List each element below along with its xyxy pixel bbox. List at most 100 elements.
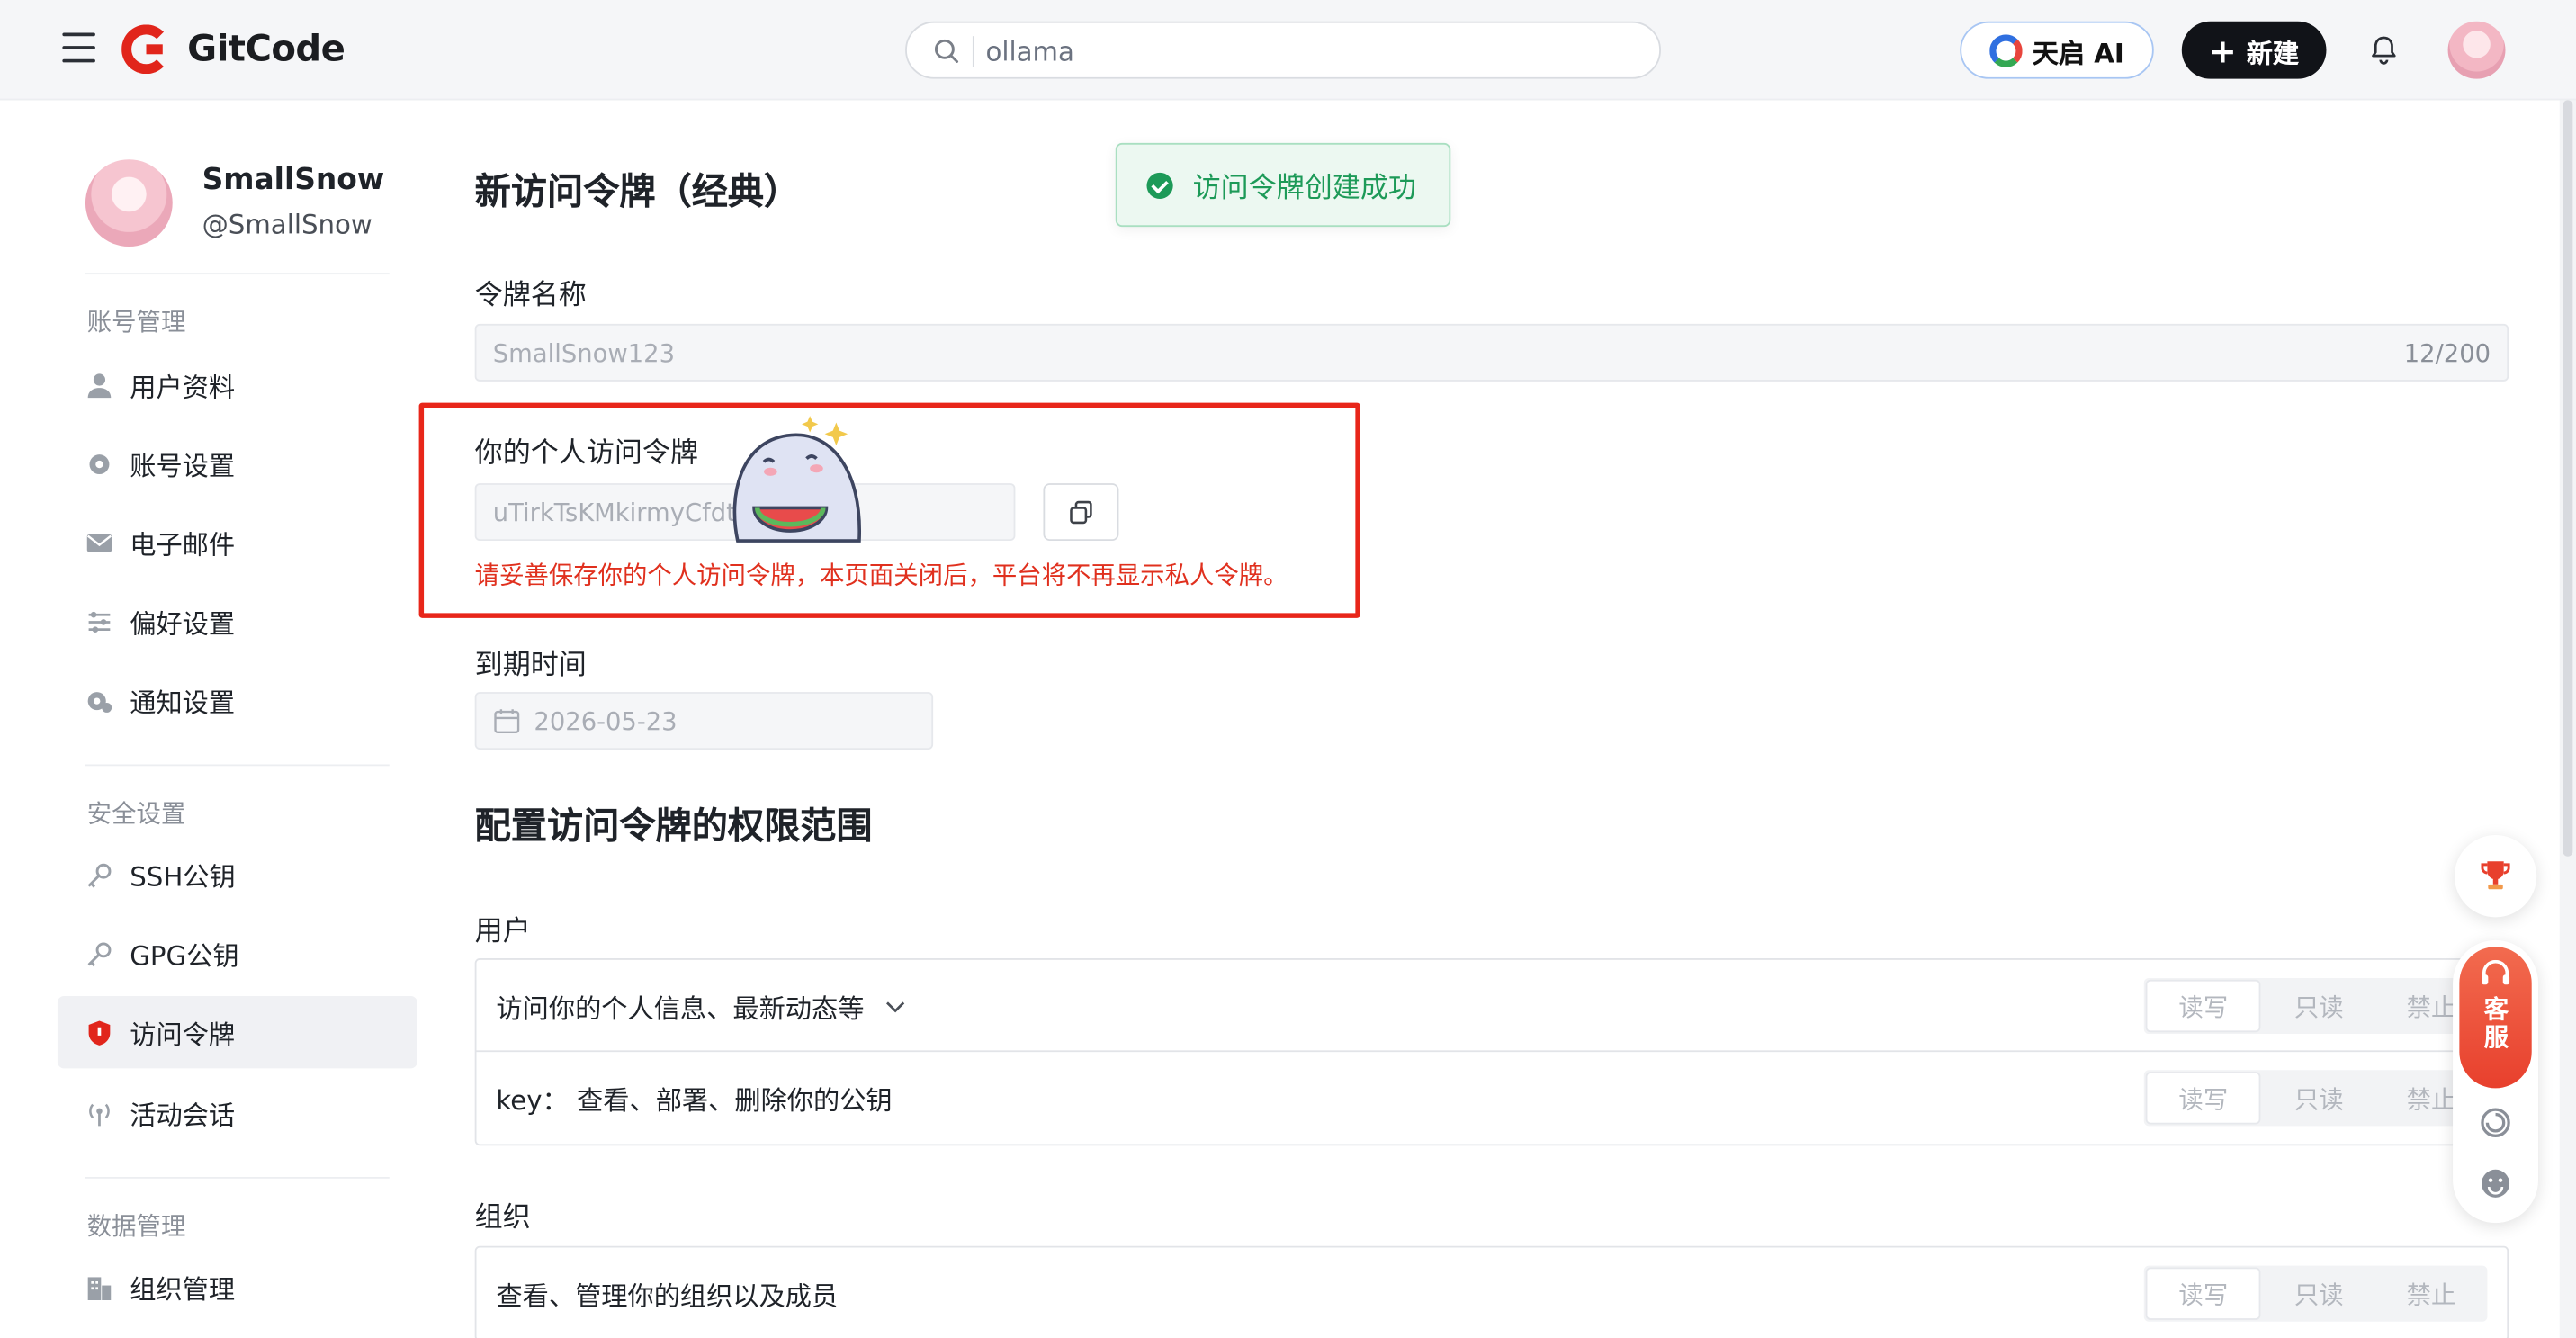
user-icon: [87, 373, 112, 398]
sidebar-item-label: 偏好设置: [130, 607, 236, 640]
perm-option-readonly[interactable]: 只读: [2263, 978, 2375, 1034]
scope-row[interactable]: 访问你的个人信息、最新动态等 读写 只读 禁止: [476, 960, 2508, 1053]
key-icon: [87, 941, 112, 966]
main-content: 新访问令牌（经典） 令牌名称 SmallSnow123 12/200 你的个人访…: [418, 100, 2512, 1338]
scope-row: 查看、管理你的组织以及成员 读写 只读 禁止: [477, 1248, 2508, 1338]
calendar-icon: [494, 709, 520, 734]
swirl-icon[interactable]: [2479, 1106, 2512, 1139]
search-box[interactable]: [905, 21, 1661, 79]
success-toast: 访问令牌创建成功: [1115, 142, 1451, 228]
sidebar-item-label: SSH公钥: [130, 861, 236, 893]
token-warning: 请妥善保存你的个人访问令牌，本页面关闭后，平台将不再显示私人令牌。: [474, 560, 1288, 590]
perm-option-readwrite[interactable]: 读写: [2145, 979, 2262, 1033]
sidebar-item-notifications[interactable]: 通知设置: [58, 664, 417, 736]
search-input[interactable]: [985, 31, 1627, 71]
sidebar-item-label: 用户资料: [130, 371, 236, 403]
scope-group-user: 用户: [474, 915, 531, 949]
settings-sidebar: SmallSnow @SmallSnow 账号管理 用户资料 账号设置 电子邮件…: [0, 100, 444, 1338]
headset-icon: [2482, 959, 2510, 985]
broadcast-icon: [89, 1102, 110, 1126]
chevron-down-icon[interactable]: [884, 993, 907, 1017]
perm-option-readonly[interactable]: 只读: [2263, 1070, 2375, 1126]
sidebar-item-account-settings[interactable]: 账号设置: [58, 427, 417, 499]
token-value: uTirkTsKMkirmyCfdt: [492, 497, 736, 527]
customer-service-label: 客服: [2481, 996, 2510, 1053]
smiley-icon[interactable]: [2479, 1167, 2512, 1200]
floating-toolbar: 客服: [2453, 939, 2539, 1224]
permission-selector[interactable]: 读写 只读 禁止: [2143, 1070, 2488, 1127]
menu-icon[interactable]: [62, 32, 95, 63]
sidebar-item-organizations[interactable]: 组织管理: [58, 1251, 417, 1323]
copy-icon: [1070, 500, 1092, 525]
token-name-counter: 12/200: [2403, 338, 2491, 369]
sidebar-item-preferences[interactable]: 偏好设置: [58, 585, 417, 657]
sliders-icon: [88, 611, 111, 633]
sidebar-item-label: GPG公钥: [130, 939, 239, 972]
permission-selector[interactable]: 读写 只读 禁止: [2143, 1265, 2488, 1322]
gear-icon: [89, 453, 110, 474]
scope-row-text: 查看、管理你的组织以及成员: [496, 1280, 839, 1312]
sidebar-item-label: 活动会话: [130, 1100, 236, 1131]
trophy-button[interactable]: [2454, 835, 2537, 918]
sidebar-group-security: 安全设置: [86, 798, 186, 829]
scrollbar-thumb[interactable]: [2563, 100, 2573, 857]
gitcode-logo-icon: [121, 24, 171, 75]
page-scrollbar[interactable]: [2559, 100, 2576, 1338]
sidebar-item-email[interactable]: 电子邮件: [58, 507, 417, 579]
perm-option-readwrite[interactable]: 读写: [2145, 1267, 2262, 1320]
permission-selector[interactable]: 读写 只读 禁止: [2143, 977, 2488, 1035]
expiry-date-field[interactable]: 2026-05-23: [474, 692, 934, 750]
scope-title: 配置访问令牌的权限范围: [474, 806, 873, 849]
sidebar-group-account: 账号管理: [86, 307, 186, 337]
top-bar: GitCode 天启 AI + 新建: [0, 0, 2576, 101]
sidebar-divider: [85, 764, 390, 767]
plus-icon: +: [2209, 30, 2237, 70]
sidebar-item-label: 电子邮件: [130, 529, 236, 561]
token-name-field[interactable]: SmallSnow123 12/200: [474, 323, 2509, 382]
shield-icon: [88, 1019, 111, 1045]
user-avatar[interactable]: [2447, 21, 2506, 79]
scope-group-org: 组织: [474, 1201, 531, 1235]
sidebar-group-data: 数据管理: [86, 1211, 186, 1242]
bell-icon[interactable]: [2367, 33, 2401, 67]
scope-row: key： 查看、部署、删除你的公钥 读写 只读 禁止: [477, 1052, 2508, 1144]
scope-table-org: 查看、管理你的组织以及成员 读写 只读 禁止: [474, 1245, 2509, 1338]
profile-name: SmallSnow: [202, 162, 385, 198]
search-icon: [934, 39, 959, 63]
scope-row-text: key： 查看、部署、删除你的公钥: [496, 1084, 893, 1117]
perm-option-readonly[interactable]: 只读: [2263, 1266, 2375, 1322]
new-button[interactable]: + 新建: [2181, 21, 2327, 79]
sidebar-item-access-tokens[interactable]: 访问令牌: [57, 996, 417, 1069]
expiry-label: 到期时间: [474, 649, 587, 683]
page-title: 新访问令牌（经典）: [474, 172, 801, 214]
scope-row-text: 访问你的个人信息、最新动态等: [496, 992, 865, 1024]
perm-option-deny[interactable]: 禁止: [2375, 1266, 2488, 1322]
sidebar-item-profile[interactable]: 用户资料: [58, 348, 417, 420]
token-name-value: SmallSnow123: [492, 337, 676, 368]
building-icon: [87, 1276, 112, 1300]
customer-service-button[interactable]: 客服: [2459, 947, 2532, 1089]
new-button-label: 新建: [2246, 37, 2300, 68]
token-name-label: 令牌名称: [474, 279, 587, 313]
trophy-icon: [2481, 861, 2510, 890]
expiry-date-value: 2026-05-23: [534, 705, 678, 736]
sidebar-item-sessions[interactable]: 活动会话: [58, 1077, 417, 1149]
toast-message: 访问令牌创建成功: [1192, 172, 1416, 206]
sidebar-divider: [85, 1176, 390, 1179]
search-separator: [972, 36, 974, 67]
mail-icon: [86, 533, 112, 552]
mascot-sticker-icon: [732, 416, 861, 543]
perm-option-readwrite[interactable]: 读写: [2145, 1072, 2262, 1125]
key-icon: [87, 862, 112, 887]
sidebar-item-label: 通知设置: [130, 687, 236, 719]
copy-token-button[interactable]: [1043, 483, 1119, 542]
brand-logo[interactable]: GitCode: [121, 23, 346, 76]
ai-button[interactable]: 天启 AI: [1960, 21, 2154, 79]
sidebar-item-ssh-keys[interactable]: SSH公钥: [58, 839, 417, 911]
profile-handle: @SmallSnow: [202, 209, 372, 240]
sidebar-item-gpg-keys[interactable]: GPG公钥: [58, 917, 417, 989]
scope-table-user: 访问你的个人信息、最新动态等 读写 只读 禁止 key： 查看、部署、删除你的公…: [474, 958, 2509, 1146]
sidebar-item-label: 访问令牌: [130, 1019, 236, 1051]
sidebar-item-label: 账号设置: [130, 450, 236, 482]
sidebar-divider: [85, 273, 390, 275]
